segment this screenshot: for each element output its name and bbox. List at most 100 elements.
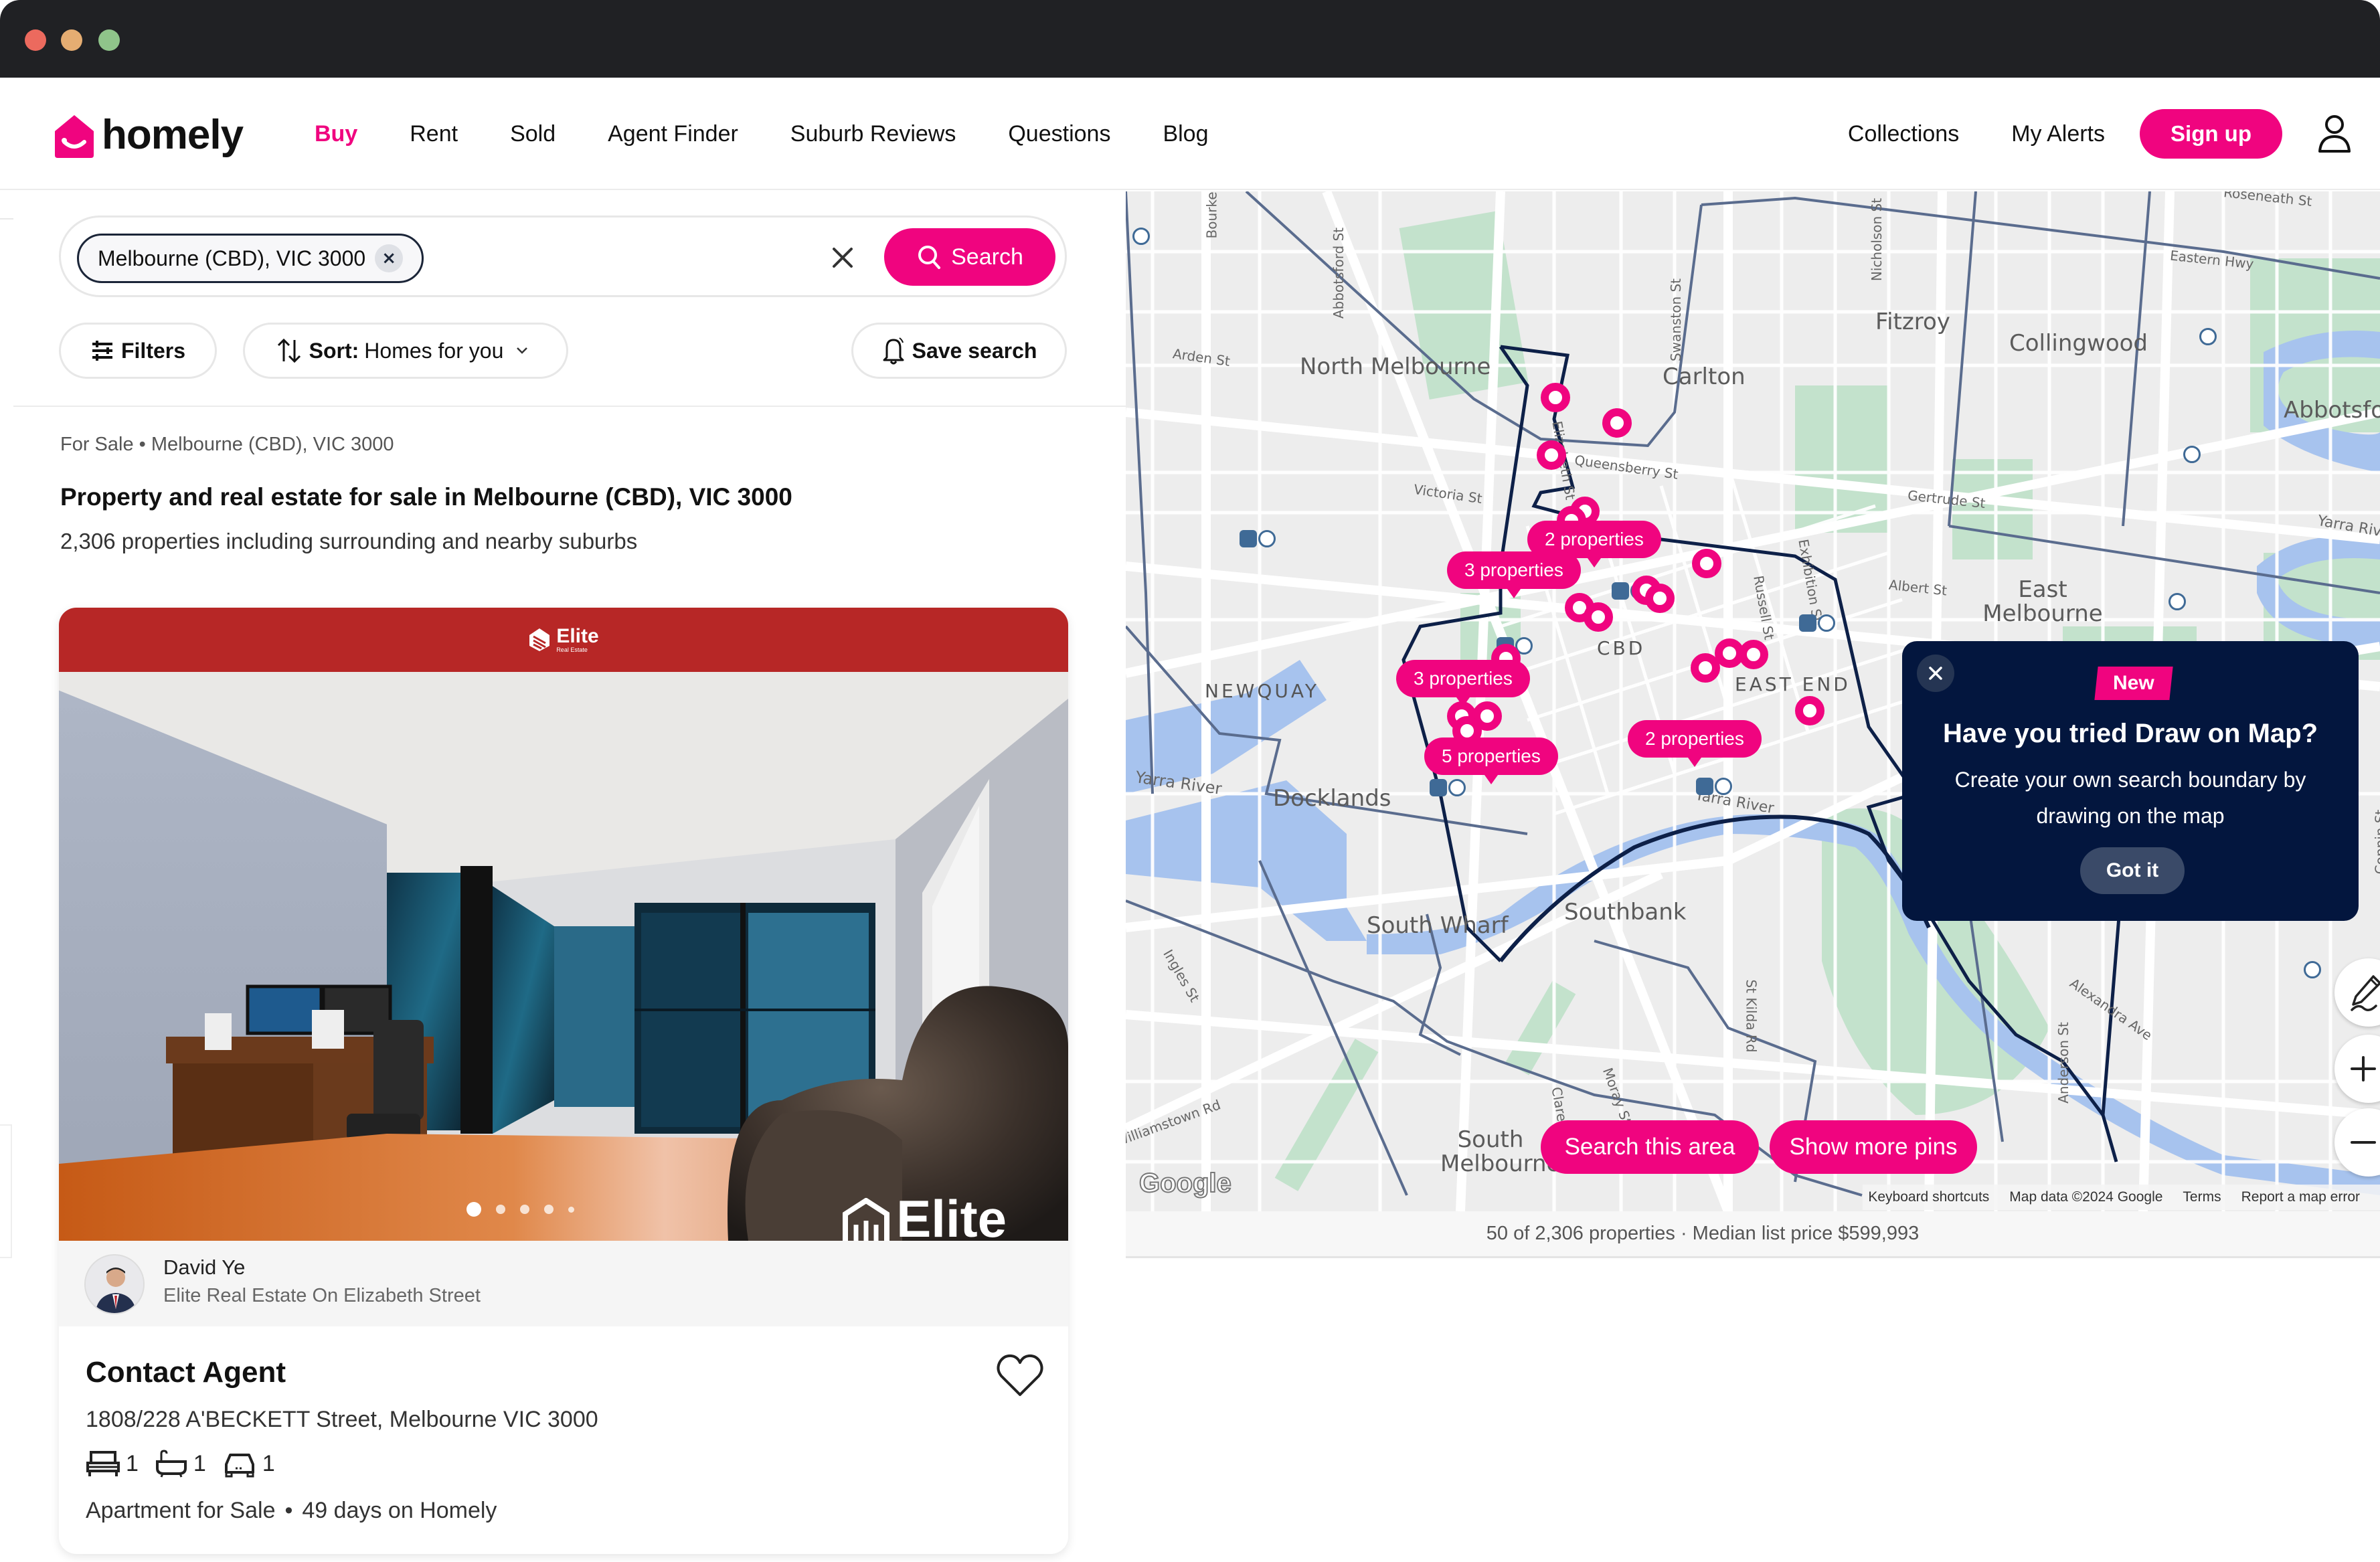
- property-pin[interactable]: [1739, 640, 1768, 669]
- terms-link[interactable]: Terms: [2183, 1189, 2221, 1205]
- sort-arrows-icon: [277, 338, 301, 363]
- heart-icon[interactable]: [996, 1353, 1044, 1397]
- agency-logo: Elite Real Estate: [528, 625, 599, 653]
- agency-name[interactable]: Elite Real Estate On Elizabeth Street: [163, 1285, 481, 1307]
- agency-logo-name: Elite: [556, 625, 599, 647]
- sort-dropdown[interactable]: Sort: Homes for you: [243, 323, 568, 379]
- window-close-button[interactable]: [25, 29, 46, 51]
- homely-house-icon: [55, 115, 94, 158]
- bed-icon: [86, 1451, 120, 1476]
- agent-name[interactable]: David Ye: [163, 1255, 245, 1280]
- nav-my-alerts[interactable]: My Alerts: [2011, 121, 2105, 147]
- account-nav: Collections My Alerts Sign up: [1848, 78, 2353, 190]
- meta-separator: •: [284, 1498, 293, 1523]
- carousel-dot[interactable]: [495, 1205, 505, 1214]
- panel-edge: [0, 218, 13, 220]
- property-cluster[interactable]: 2 properties: [1628, 720, 1762, 767]
- top-navigation: homely Buy Rent Sold Agent Finder Suburb…: [0, 78, 2380, 190]
- tram-stop-icon[interactable]: [1715, 778, 1732, 795]
- window-minimize-button[interactable]: [61, 29, 82, 51]
- nav-agent-finder[interactable]: Agent Finder: [608, 121, 738, 147]
- property-pin[interactable]: [1692, 549, 1721, 578]
- property-pin[interactable]: [1541, 383, 1570, 412]
- filters-label: Filters: [120, 338, 186, 363]
- property-pin[interactable]: [1645, 584, 1675, 613]
- tram-stop-icon[interactable]: [2304, 961, 2321, 978]
- bell-icon: [883, 337, 904, 365]
- property-pin[interactable]: [1537, 440, 1566, 470]
- map-label-collingwood: Collingwood: [2009, 330, 2148, 357]
- map-view[interactable]: North Melbourne Carlton Fitzroy Collingw…: [1126, 191, 2380, 1211]
- remove-location-icon[interactable]: ×: [375, 244, 404, 272]
- location-chip[interactable]: Melbourne (CBD), VIC 3000 ×: [77, 234, 424, 283]
- tram-stop-icon[interactable]: [1818, 614, 1835, 632]
- save-search-button[interactable]: Save search: [851, 323, 1067, 379]
- map-summary-bar: 50 of 2,306 properties · Median list pri…: [1126, 1211, 2380, 1258]
- filters-button[interactable]: Filters: [59, 323, 217, 379]
- bathrooms: 1: [155, 1450, 206, 1478]
- keyboard-shortcuts-link[interactable]: Keyboard shortcuts: [1868, 1189, 1989, 1205]
- tram-stop-icon[interactable]: [1448, 779, 1466, 796]
- homely-logo[interactable]: homely: [52, 110, 244, 163]
- listing-photo[interactable]: Elite: [59, 672, 1068, 1241]
- google-logo[interactable]: Google: [1138, 1168, 1232, 1199]
- bedrooms-count: 1: [126, 1450, 139, 1476]
- show-more-pins-button[interactable]: Show more pins: [1770, 1120, 1977, 1174]
- agent-photo: [86, 1255, 143, 1313]
- tram-stop-icon[interactable]: [1258, 530, 1276, 547]
- location-search-bar[interactable]: Melbourne (CBD), VIC 3000 × Search: [59, 215, 1067, 297]
- listing-address[interactable]: 1808/228 A'BECKETT Street, Melbourne VIC…: [86, 1407, 598, 1433]
- sign-up-button[interactable]: Sign up: [2140, 109, 2282, 159]
- search-button[interactable]: Search: [884, 228, 1055, 286]
- property-pin[interactable]: [1584, 602, 1613, 632]
- bedrooms: 1: [86, 1450, 139, 1478]
- search-icon: [918, 246, 941, 269]
- tram-stop-icon[interactable]: [2199, 328, 2217, 345]
- user-icon[interactable]: [2316, 114, 2353, 154]
- train-station-icon[interactable]: [1240, 530, 1257, 547]
- agent-avatar[interactable]: [84, 1254, 145, 1314]
- agent-band[interactable]: David Ye Elite Real Estate On Elizabeth …: [59, 1241, 1068, 1326]
- train-station-icon[interactable]: [1612, 582, 1629, 600]
- nav-collections[interactable]: Collections: [1848, 121, 1959, 147]
- train-station-icon[interactable]: [1799, 614, 1816, 632]
- window-maximize-button[interactable]: [98, 29, 120, 51]
- street-label: Bourke St: [1203, 191, 1220, 239]
- save-search-label: Save search: [912, 338, 1037, 363]
- map-label-abbotsford: Abbotsford: [2284, 397, 2380, 424]
- elite-watermark-icon: [843, 1198, 890, 1241]
- property-cluster[interactable]: 5 properties: [1424, 737, 1558, 784]
- map-label-south-melbourne: South Melbourne: [1440, 1126, 1561, 1177]
- tram-stop-icon[interactable]: [2183, 446, 2201, 463]
- street-label: Anderson St: [2055, 1022, 2071, 1104]
- clear-search-button[interactable]: [824, 239, 861, 276]
- tram-stop-icon[interactable]: [1132, 228, 1150, 245]
- property-cluster[interactable]: 3 properties: [1396, 660, 1530, 707]
- carousel-dot[interactable]: [543, 1205, 554, 1214]
- tram-stop-icon[interactable]: [2169, 593, 2186, 610]
- property-pin[interactable]: [1795, 696, 1824, 725]
- nav-buy[interactable]: Buy: [315, 121, 357, 147]
- train-station-icon[interactable]: [1430, 779, 1447, 796]
- collapsed-panel-tab[interactable]: [0, 1124, 12, 1258]
- carousel-dot[interactable]: [568, 1206, 574, 1213]
- carousel-dot[interactable]: [519, 1205, 529, 1214]
- nav-blog[interactable]: Blog: [1163, 121, 1208, 147]
- property-pin[interactable]: [1602, 408, 1632, 438]
- nav-questions[interactable]: Questions: [1008, 121, 1110, 147]
- nav-sold[interactable]: Sold: [510, 121, 556, 147]
- homely-wordmark: homely: [102, 111, 244, 158]
- nav-suburb-reviews[interactable]: Suburb Reviews: [790, 121, 956, 147]
- report-map-error-link[interactable]: Report a map error: [2241, 1189, 2360, 1205]
- got-it-button[interactable]: Got it: [2080, 847, 2185, 894]
- carousel-dot[interactable]: [466, 1202, 481, 1217]
- map-label-east-end: EAST END: [1735, 673, 1851, 695]
- nav-rent[interactable]: Rent: [410, 121, 458, 147]
- property-cluster[interactable]: 3 properties: [1447, 551, 1581, 598]
- train-station-icon[interactable]: [1696, 778, 1713, 795]
- listing-card[interactable]: Elite Real Estate Elite David Ye Elite R…: [59, 608, 1068, 1554]
- breadcrumb: For Sale • Melbourne (CBD), VIC 3000: [60, 434, 394, 455]
- popover-close-button[interactable]: [1917, 655, 1954, 692]
- search-this-area-button[interactable]: Search this area: [1541, 1120, 1759, 1174]
- days-on-market: 49 days on Homely: [302, 1498, 497, 1523]
